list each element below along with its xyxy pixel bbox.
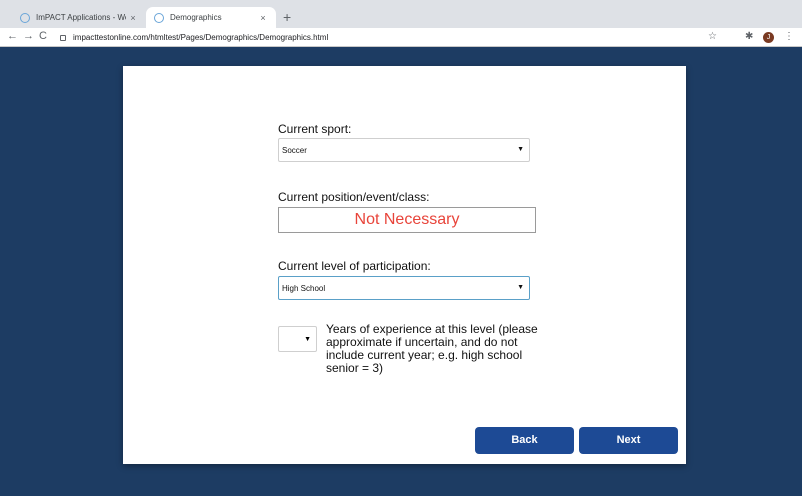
reload-icon[interactable]: C xyxy=(39,30,47,42)
impact-favicon-icon xyxy=(154,12,164,23)
tab-title: ImPACT Applications - Welcom xyxy=(36,13,126,22)
sport-select[interactable]: Soccer ▼ xyxy=(278,138,530,162)
dropdown-arrow-icon: ▼ xyxy=(304,336,311,343)
profile-avatar[interactable]: J xyxy=(763,32,774,43)
level-value: High School xyxy=(282,283,326,293)
sport-value: Soccer xyxy=(282,145,307,155)
browser-chrome: ImPACT Applications - Welcom × Demograph… xyxy=(0,0,802,47)
tab-demographics[interactable]: Demographics × xyxy=(146,7,276,28)
dropdown-arrow-icon: ▼ xyxy=(517,284,524,291)
lock-icon xyxy=(60,34,66,41)
url-text: impacttestonline.com/htmltest/Pages/Demo… xyxy=(73,33,329,42)
forward-arrow-icon[interactable]: → xyxy=(23,30,34,42)
years-label: Years of experience at this level (pleas… xyxy=(326,322,538,375)
years-select[interactable]: ▼ xyxy=(278,326,317,352)
bookmark-star-icon[interactable]: ☆ xyxy=(708,31,717,42)
menu-icon[interactable]: ⋮ xyxy=(784,31,794,42)
back-button[interactable]: Back xyxy=(475,427,574,454)
tab-strip: ImPACT Applications - Welcom × Demograph… xyxy=(0,0,802,28)
next-button[interactable]: Next xyxy=(579,427,678,454)
impact-favicon-icon xyxy=(20,12,30,23)
address-bar[interactable]: impacttestonline.com/htmltest/Pages/Demo… xyxy=(58,30,708,45)
back-arrow-icon[interactable]: ← xyxy=(7,30,18,42)
level-label: Current level of participation: xyxy=(278,259,431,273)
sport-label: Current sport: xyxy=(278,122,352,136)
position-label: Current position/event/class: xyxy=(278,190,430,204)
new-tab-button[interactable]: + xyxy=(283,9,291,25)
tab-title: Demographics xyxy=(170,13,222,22)
close-tab-icon[interactable]: × xyxy=(126,13,140,23)
level-select[interactable]: High School ▼ xyxy=(278,276,530,300)
browser-toolbar: ← → C impacttestonline.com/htmltest/Page… xyxy=(0,28,802,47)
extensions-icon[interactable]: ✱ xyxy=(745,31,753,42)
close-tab-icon[interactable]: × xyxy=(256,13,270,23)
tab-impact-applications[interactable]: ImPACT Applications - Welcom × xyxy=(8,7,146,28)
dropdown-arrow-icon: ▼ xyxy=(517,146,524,153)
position-field[interactable]: Not Necessary xyxy=(278,207,536,233)
